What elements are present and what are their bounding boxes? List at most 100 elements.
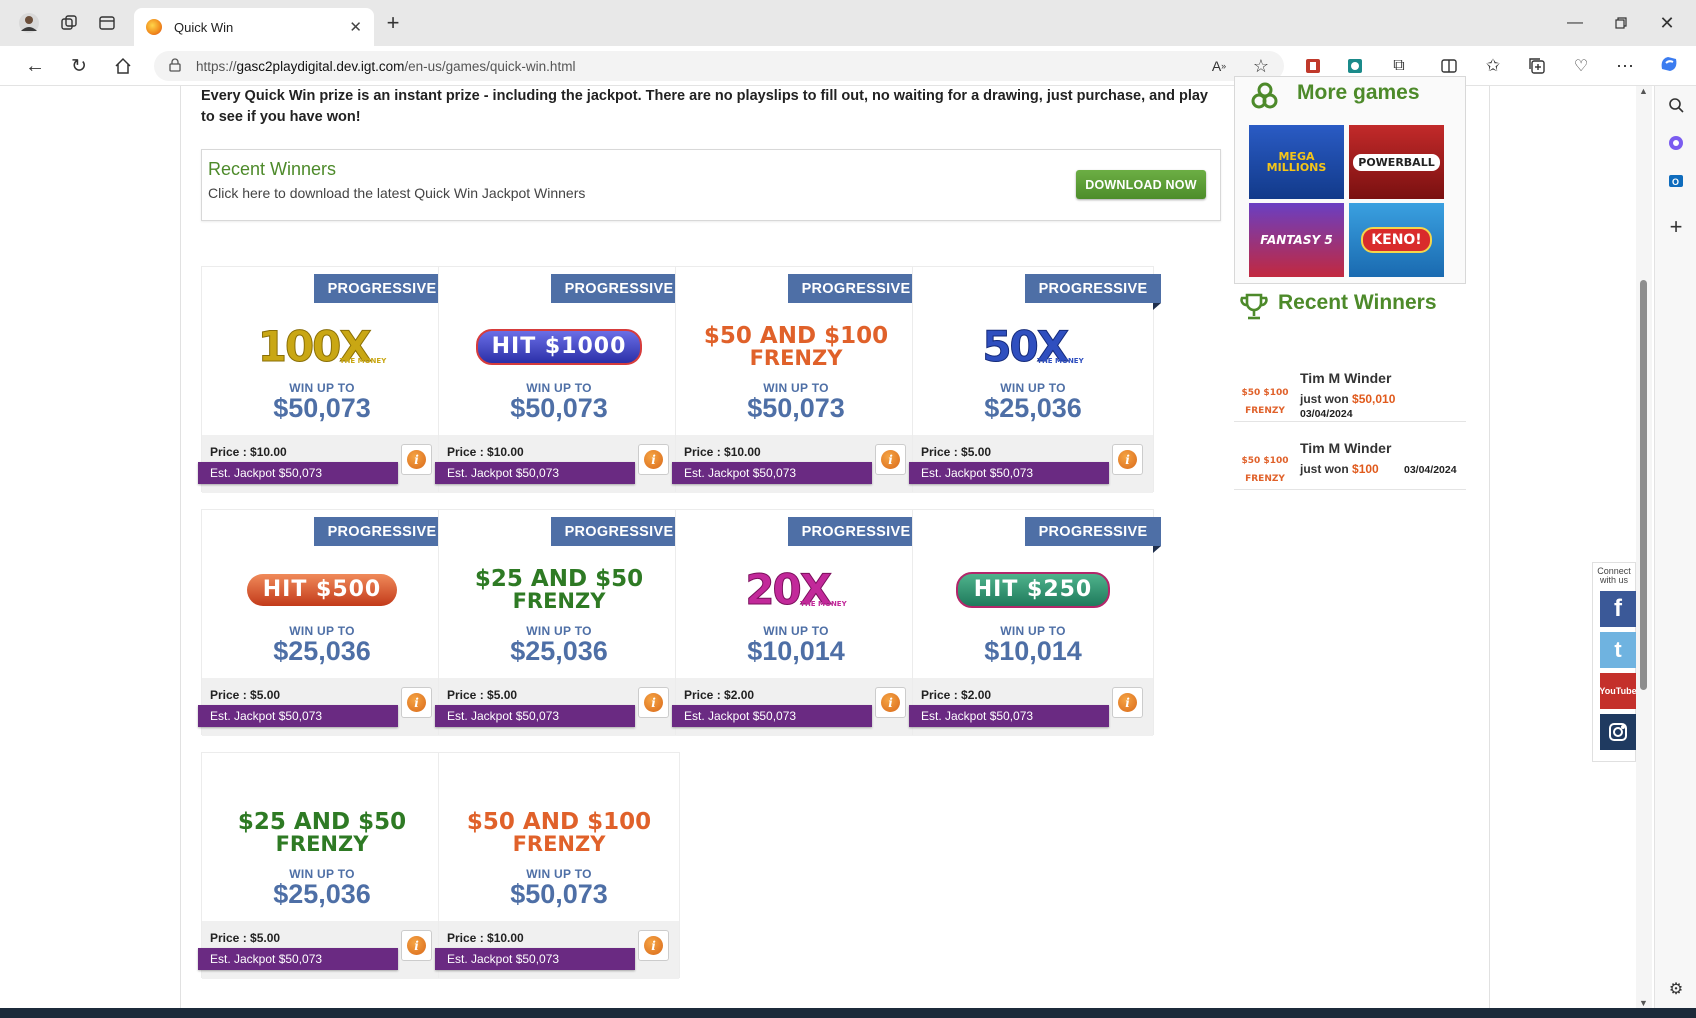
- connect-with-us-bar: Connect with us f t YouTube: [1592, 562, 1637, 762]
- est-jackpot: Est. Jackpot $50,073: [198, 948, 398, 970]
- mega-millions-thumb[interactable]: MEGA MILLIONS: [1249, 125, 1344, 199]
- game-logo-100x: 100X THE MONEY: [257, 322, 387, 371]
- workspaces-icon[interactable]: [56, 10, 82, 36]
- outlook-icon[interactable]: O: [1663, 168, 1689, 194]
- frenzy-game-mini-logo: $50 $100 FRENZY: [1241, 456, 1289, 484]
- game-card-20x[interactable]: PROGRESSIVE 20X THE MONEY WIN UP TO $10,…: [672, 509, 924, 736]
- browser-essentials-icon[interactable]: ♡: [1568, 53, 1594, 79]
- game-card-25-50-frenzy[interactable]: PROGRESSIVE $25 AND $50 FRENZY WIN UP TO…: [435, 509, 687, 736]
- tab-quick-win[interactable]: Quick Win ✕: [134, 8, 374, 46]
- profile-avatar-icon[interactable]: [16, 10, 42, 36]
- game-logo-hit-250: HIT $250: [913, 560, 1153, 620]
- powerball-thumb[interactable]: POWERBALL: [1349, 125, 1444, 199]
- top-prize: $25,036: [510, 636, 608, 666]
- url-host: gasc2playdigital.dev.igt.com: [236, 58, 405, 74]
- game-logo-25-50-frenzy-high-tier: $25 AND $50 FRENZY: [237, 809, 407, 856]
- keno-thumb[interactable]: KENO!: [1349, 203, 1444, 277]
- copilot-icon[interactable]: [1656, 51, 1682, 77]
- recent-winners-download-text[interactable]: Click here to download the latest Quick …: [208, 185, 585, 201]
- game-card-50x[interactable]: PROGRESSIVE 50X THE MONEY WIN UP TO $25,…: [909, 266, 1161, 493]
- favorites-icon[interactable]: ✩: [1480, 53, 1506, 79]
- top-prize: $10,014: [984, 636, 1082, 666]
- game-info-button[interactable]: i: [401, 444, 432, 475]
- recent-winners-heading: Recent Winners: [208, 159, 337, 179]
- ticket-price: Price : $5.00: [447, 688, 518, 702]
- restore-icon[interactable]: [1608, 10, 1634, 36]
- download-now-button[interactable]: DOWNLOAD NOW: [1076, 170, 1206, 199]
- top-prize: $50,073: [747, 393, 845, 423]
- ticket-price: Price : $5.00: [921, 445, 992, 459]
- close-window-icon[interactable]: ✕: [1654, 10, 1680, 36]
- close-tab-icon[interactable]: ✕: [349, 18, 362, 36]
- info-icon: i: [644, 450, 663, 469]
- est-jackpot: Est. Jackpot $50,073: [435, 705, 635, 727]
- game-logo-25-50-frenzy: $25 AND $50 FRENZY: [474, 566, 644, 613]
- more-options-icon[interactable]: ⋯: [1612, 53, 1638, 79]
- read-aloud-icon[interactable]: A»: [1206, 53, 1232, 79]
- collections-icon[interactable]: [1524, 53, 1550, 79]
- game-card-100x[interactable]: PROGRESSIVE 100X THE MONEY WIN UP TO $50…: [198, 266, 450, 493]
- scroll-up-arrow-icon[interactable]: ▲: [1639, 86, 1648, 96]
- twitter-icon[interactable]: t: [1600, 632, 1636, 668]
- favicon-icon: [146, 19, 162, 35]
- more-games-icon: [1249, 81, 1279, 116]
- ticket-price: Price : $5.00: [210, 931, 281, 945]
- winner-date: 03/04/2024: [1300, 408, 1353, 420]
- search-icon[interactable]: [1663, 92, 1689, 118]
- connect-label: Connect with us: [1597, 566, 1631, 585]
- game-info-button[interactable]: i: [875, 687, 906, 718]
- sidebar-settings-icon[interactable]: ⚙: [1663, 976, 1689, 1002]
- tab-actions-icon[interactable]: [94, 10, 120, 36]
- facebook-icon[interactable]: f: [1600, 591, 1636, 627]
- info-icon: i: [407, 693, 426, 712]
- ticket-price: Price : $10.00: [447, 445, 524, 459]
- game-info-button[interactable]: i: [638, 444, 669, 475]
- winner-won-text: just won $100: [1300, 462, 1379, 476]
- game-card-hit-1000[interactable]: PROGRESSIVE HIT $1000 WIN UP TO $50,073 …: [435, 266, 687, 493]
- ticket-price: Price : $10.00: [684, 445, 761, 459]
- game-card-hit-500[interactable]: PROGRESSIVE HIT $500 WIN UP TO $25,036 P…: [198, 509, 450, 736]
- game-info-button[interactable]: i: [1112, 687, 1143, 718]
- info-icon: i: [407, 936, 426, 955]
- game-card-hit-250[interactable]: PROGRESSIVE HIT $250 WIN UP TO $10,014 P…: [909, 509, 1161, 736]
- top-prize: $50,073: [510, 879, 608, 909]
- game-logo-50-100-frenzy: $50 AND $100 FRENZY: [703, 323, 889, 370]
- game-info-button[interactable]: i: [401, 687, 432, 718]
- minimize-icon[interactable]: —: [1562, 10, 1588, 36]
- home-icon[interactable]: [110, 53, 136, 79]
- info-icon: i: [1118, 693, 1137, 712]
- scroll-thumb[interactable]: [1640, 280, 1647, 690]
- winner-won-text: just won $50,010: [1300, 392, 1396, 406]
- new-tab-icon[interactable]: +: [380, 10, 406, 36]
- game-info-button[interactable]: i: [638, 687, 669, 718]
- tab-title: Quick Win: [174, 19, 234, 35]
- fantasy-5-thumb[interactable]: FANTASY 5: [1249, 203, 1344, 277]
- info-icon: i: [644, 936, 663, 955]
- game-info-button[interactable]: i: [1112, 444, 1143, 475]
- copilot-sidebar-icon[interactable]: [1663, 130, 1689, 156]
- game-info-button[interactable]: i: [875, 444, 906, 475]
- recent-winner-row: $50 $100 FRENZY Tim M Winder just won $10…: [1234, 426, 1466, 490]
- game-info-button[interactable]: i: [401, 930, 432, 961]
- address-bar[interactable]: https://gasc2playdigital.dev.igt.com/en-…: [154, 51, 1284, 81]
- recent-winners-download-box: Recent Winners Click here to download th…: [201, 149, 1221, 221]
- recent-winners-title: Recent Winners: [1278, 291, 1437, 314]
- refresh-icon[interactable]: ↻: [66, 53, 92, 79]
- info-icon: i: [407, 450, 426, 469]
- top-prize: $25,036: [984, 393, 1082, 423]
- winner-date: 03/04/2024: [1404, 464, 1457, 476]
- game-info-button[interactable]: i: [638, 930, 669, 961]
- progressive-ribbon: PROGRESSIVE: [551, 274, 687, 310]
- page-scrollbar[interactable]: ▲ ▼: [1636, 86, 1652, 1008]
- game-card-50-100-frenzy[interactable]: PROGRESSIVE $50 AND $100 FRENZY WIN UP T…: [672, 266, 924, 493]
- ticket-price: Price : $10.00: [447, 931, 524, 945]
- youtube-icon[interactable]: YouTube: [1599, 673, 1637, 709]
- top-prize: $50,073: [510, 393, 608, 423]
- scroll-down-arrow-icon[interactable]: ▼: [1639, 998, 1648, 1008]
- lock-icon[interactable]: [168, 57, 182, 75]
- back-icon[interactable]: ←: [22, 53, 48, 79]
- instagram-icon[interactable]: [1600, 714, 1636, 750]
- game-card-50-100-frenzy-high-tier[interactable]: $50 AND $100 FRENZY WIN UP TO $50,073 Pr…: [435, 752, 680, 979]
- add-sidebar-app-icon[interactable]: +: [1663, 214, 1689, 240]
- game-card-25-50-frenzy-high-tier[interactable]: $25 AND $50 FRENZY WIN UP TO $25,036 Pri…: [198, 752, 443, 979]
